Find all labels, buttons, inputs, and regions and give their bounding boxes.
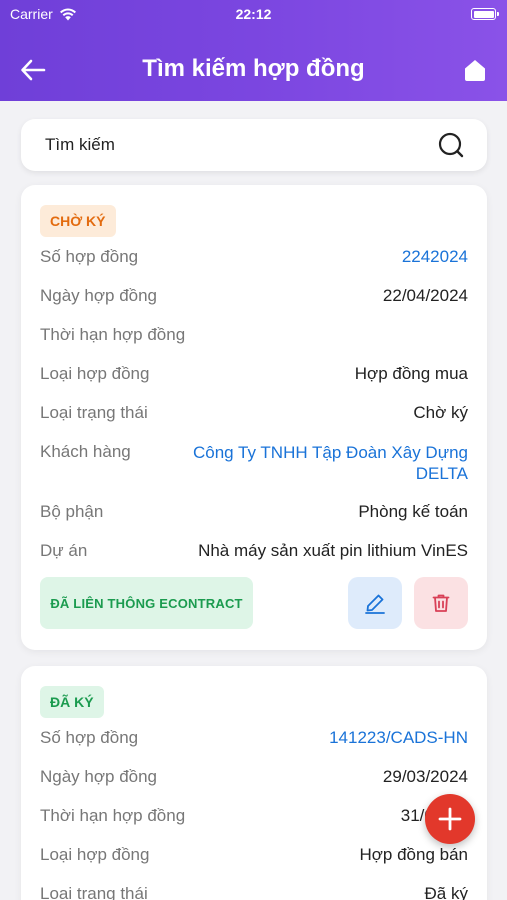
contract-number-link[interactable]: 141223/CADS-HN xyxy=(329,728,468,748)
edit-icon xyxy=(365,594,385,614)
search-input[interactable] xyxy=(45,119,425,171)
field-value: Hợp đồng mua xyxy=(354,364,468,383)
field-label: Ngày hợp đồng xyxy=(40,286,158,305)
field-label: Thời hạn hợp đồng xyxy=(40,806,186,825)
field-value: Chờ ký xyxy=(413,403,468,422)
search-bar xyxy=(21,119,487,171)
contract-date-row: Ngày hợp đồng 22/04/2024 xyxy=(40,286,468,306)
field-value: Phòng kế toán xyxy=(358,502,468,521)
status-time: 22:12 xyxy=(235,6,272,22)
field-label: Loại trạng thái xyxy=(40,403,148,422)
contract-number-row: Số hợp đồng 141223/CADS-HN xyxy=(40,728,468,748)
field-label: Số hợp đồng xyxy=(40,728,139,747)
field-label: Ngày hợp đồng xyxy=(40,767,158,786)
field-value: Đã ký xyxy=(424,884,468,900)
home-icon xyxy=(465,60,485,81)
contract-date-row: Ngày hợp đồng 29/03/2024 xyxy=(40,767,468,787)
delete-button[interactable] xyxy=(414,577,468,629)
contract-type-row: Loại hợp đồng Hợp đồng bán xyxy=(40,845,468,865)
field-label: Loại trạng thái xyxy=(40,884,148,900)
field-value: 29/03/2024 xyxy=(382,767,468,786)
field-label: Khách hàng xyxy=(40,442,131,461)
search-icon[interactable] xyxy=(437,131,465,159)
customer-link[interactable]: Công Ty TNHH Tập Đoàn Xây Dựng DELTA xyxy=(168,442,468,484)
field-value: 22/04/2024 xyxy=(382,286,468,305)
field-label: Thời hạn hợp đồng xyxy=(40,325,186,344)
status-bar: Carrier 22:12 xyxy=(0,6,507,24)
contract-card[interactable]: CHỜ KÝ Số hợp đồng 2242024 Ngày hợp đồng… xyxy=(21,185,487,650)
field-label: Bộ phận xyxy=(40,502,104,521)
status-badge: CHỜ KÝ xyxy=(40,205,116,237)
status-badge: ĐÃ KÝ xyxy=(40,686,104,718)
field-value: Nhà máy sản xuất pin lithium VinES xyxy=(198,541,468,560)
field-label: Số hợp đồng xyxy=(40,247,139,266)
contract-term-row: Thời hạn hợp đồng 31/03/ xyxy=(40,806,468,826)
battery-icon xyxy=(471,8,499,20)
trash-icon xyxy=(432,594,450,612)
contract-card[interactable]: ĐÃ KÝ Số hợp đồng 141223/CADS-HN Ngày hợ… xyxy=(21,666,487,900)
contract-term-row: Thời hạn hợp đồng xyxy=(40,325,468,345)
contract-number-link[interactable]: 2242024 xyxy=(402,247,468,267)
project-row: Dự án Nhà máy sản xuất pin lithium VinES xyxy=(40,541,468,561)
status-type-row: Loại trạng thái Đã ký xyxy=(40,884,468,900)
contract-number-row: Số hợp đồng 2242024 xyxy=(40,247,468,267)
edit-button[interactable] xyxy=(348,577,402,629)
contract-type-row: Loại hợp đồng Hợp đồng mua xyxy=(40,364,468,384)
status-type-row: Loại trạng thái Chờ ký xyxy=(40,403,468,423)
field-label: Loại hợp đồng xyxy=(40,845,150,864)
page-title: Tìm kiếm hợp đồng xyxy=(142,55,365,82)
department-row: Bộ phận Phòng kế toán xyxy=(40,502,468,522)
app-header: Carrier 22:12 Tìm kiếm hợp đồng xyxy=(0,0,507,101)
add-contract-button[interactable] xyxy=(425,794,475,844)
home-button[interactable] xyxy=(461,56,489,84)
econtract-badge: ĐÃ LIÊN THÔNG ECONTRACT xyxy=(40,577,253,629)
plus-icon xyxy=(438,807,462,831)
field-label: Loại hợp đồng xyxy=(40,364,150,383)
field-label: Dự án xyxy=(40,541,88,560)
field-value: Hợp đồng bán xyxy=(359,845,468,864)
customer-row: Khách hàng Công Ty TNHH Tập Đoàn Xây Dựn… xyxy=(40,442,468,484)
